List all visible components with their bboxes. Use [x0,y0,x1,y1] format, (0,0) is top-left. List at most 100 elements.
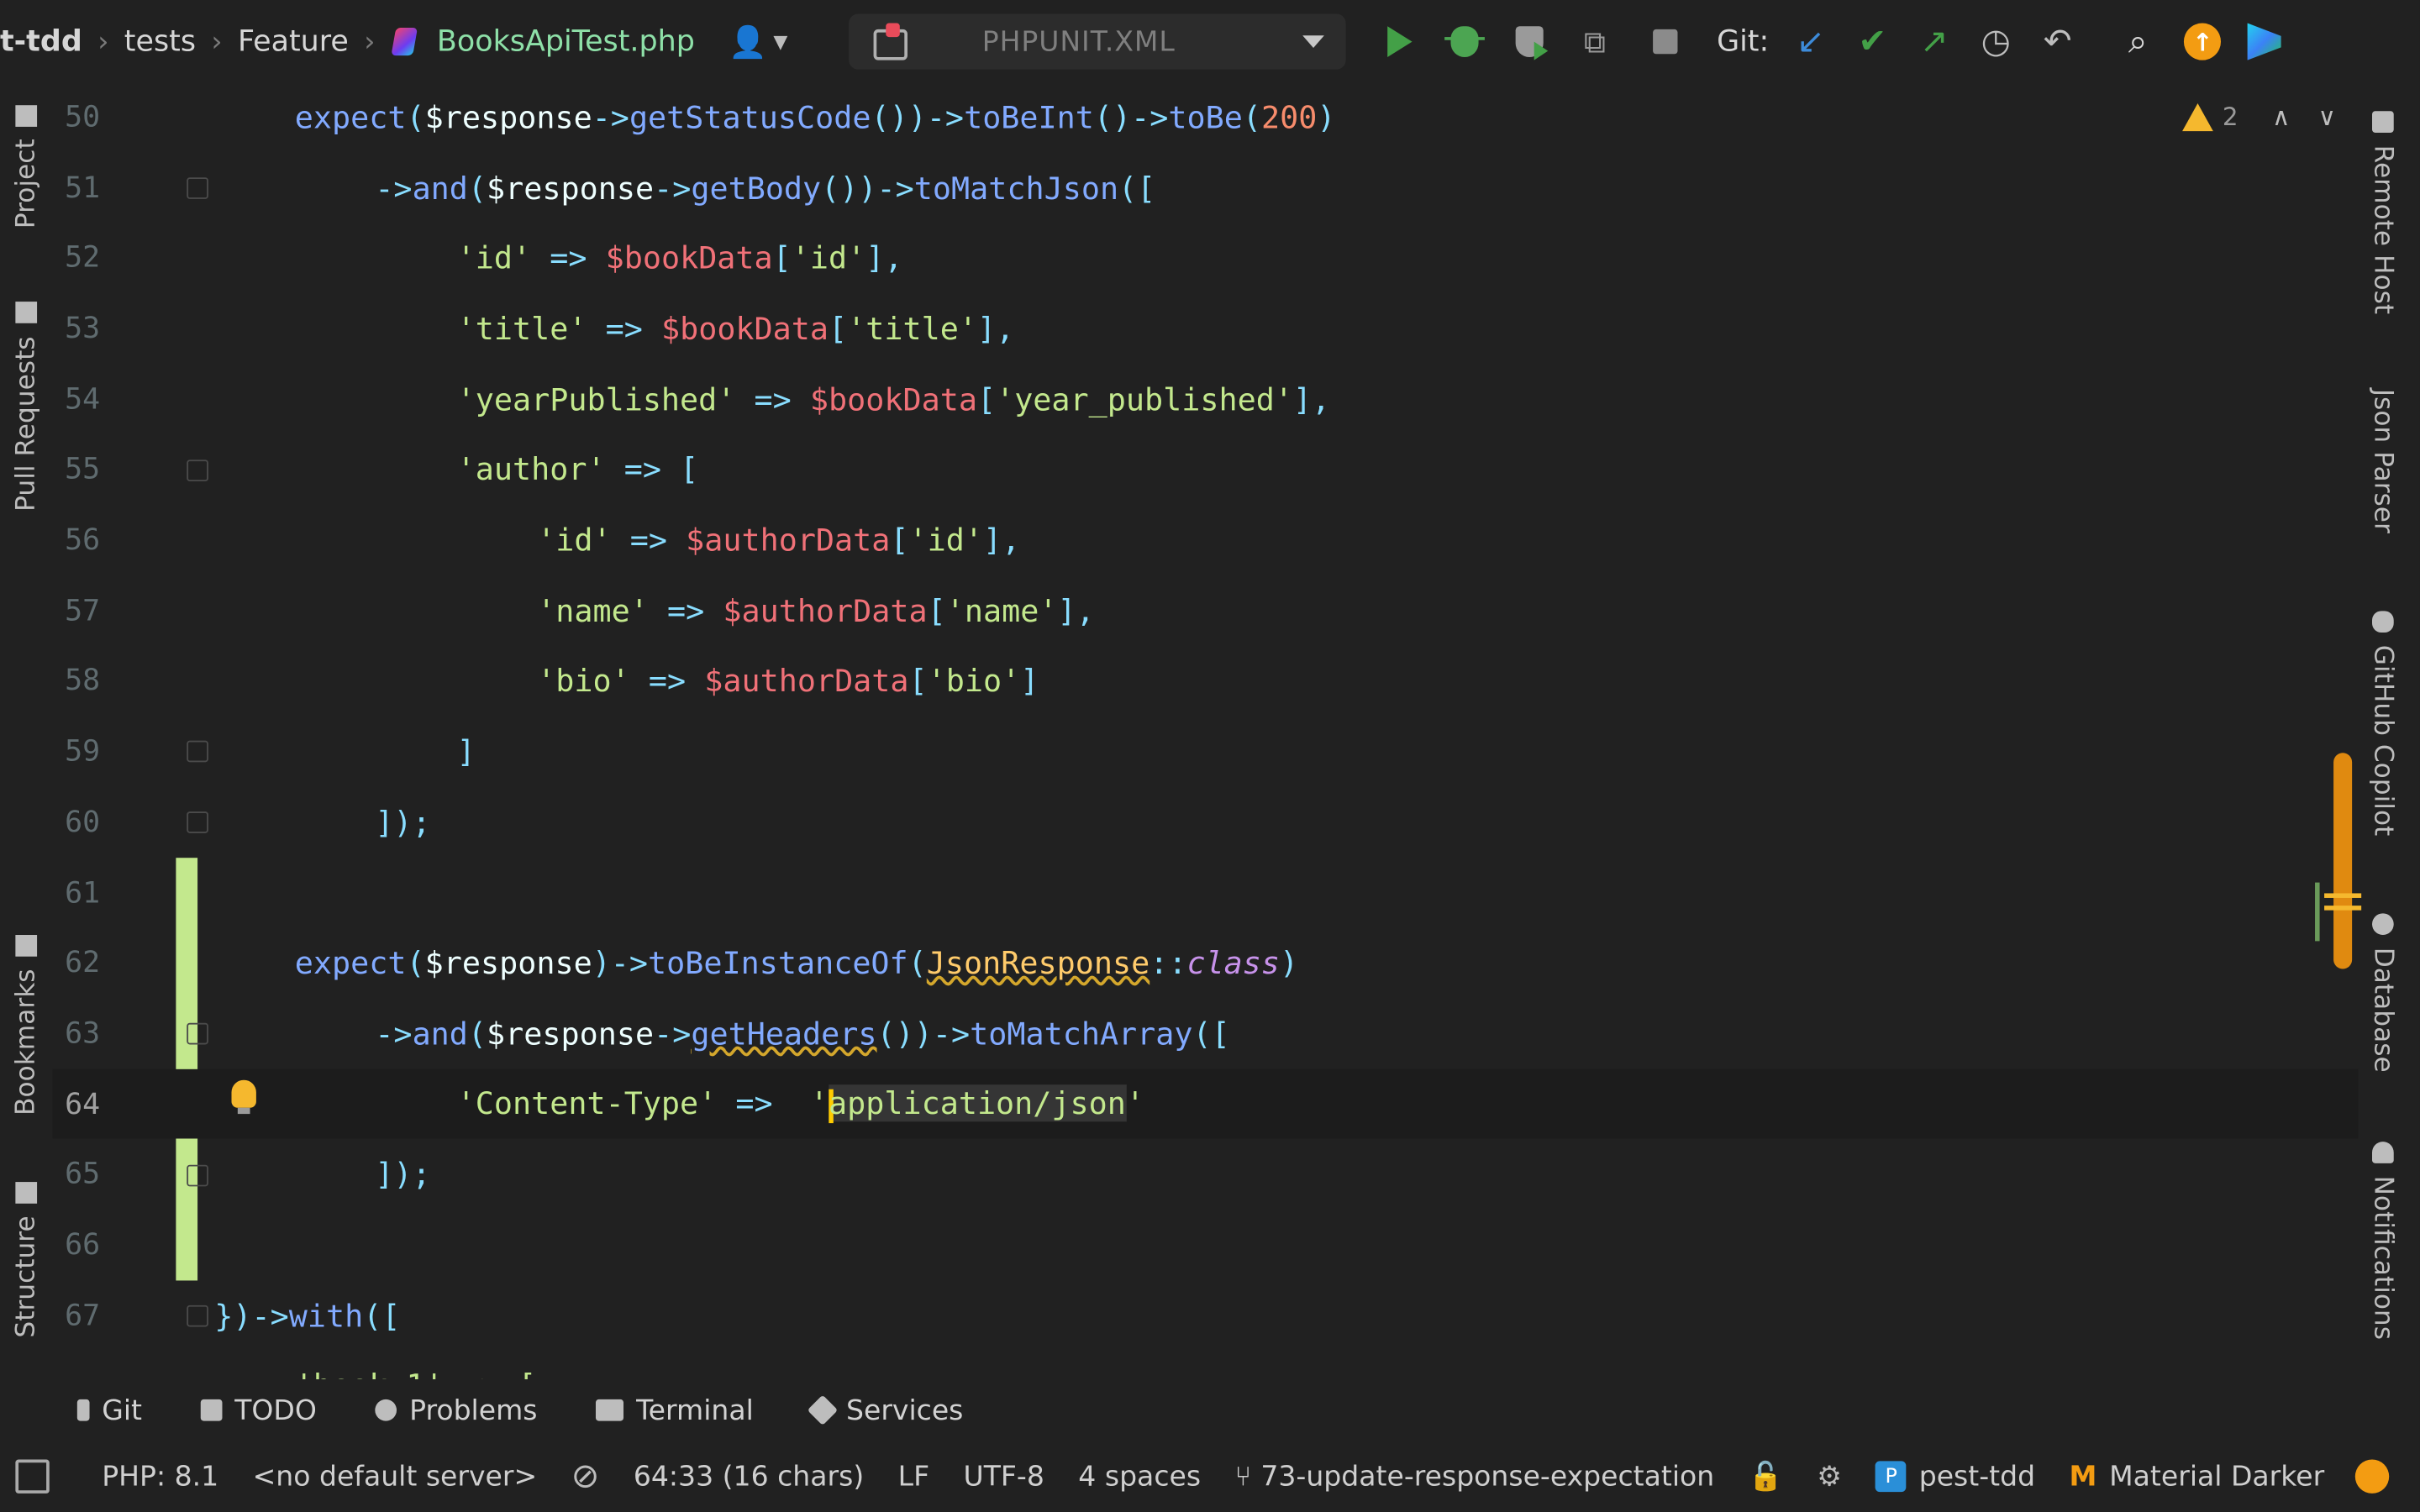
breadcrumb-file[interactable]: BooksApiTest.php [391,24,695,58]
user-menu-button[interactable]: 👤 ▼ [729,24,787,60]
code-text[interactable]: ->and($response->getHeaders())->toMatchA… [375,1015,1229,1052]
code-line[interactable]: 50 expect($response->getStatusCode())->to… [52,83,2358,152]
tab-notifications[interactable]: Notifications [2367,1142,2398,1340]
code-text[interactable]: ]); [375,804,430,841]
breadcrumb-project[interactable]: t-tdd [0,24,82,58]
tab-structure[interactable]: Structure [3,1181,50,1338]
fold-marker-icon[interactable] [187,459,208,481]
code-text[interactable]: 'bio' => $authorData['bio'] [537,663,1039,700]
code-line[interactable]: 61 [52,858,2358,928]
line-number[interactable]: 54 [52,382,157,416]
line-number[interactable]: 67 [52,1299,157,1332]
line-number[interactable]: 60 [52,805,157,838]
code-text[interactable]: 'id' => $authorData['id'], [537,522,1020,559]
indent-widget[interactable]: 4 spaces [1078,1460,1201,1493]
inspection-widget[interactable]: 2 ∧ ∨ [2182,102,2336,131]
lightbulb-icon[interactable] [231,1079,256,1115]
code-text[interactable]: ->and($response->getBody())->toMatchJson… [375,169,1155,206]
chevron-up-icon[interactable]: ∧ [2272,102,2291,131]
line-number[interactable]: 51 [52,171,157,204]
code-line[interactable]: 56'id' => $authorData['id'], [52,505,2358,575]
caret-position-widget[interactable]: 64:33 (16 chars) [634,1460,864,1493]
tab-services[interactable]: Services [808,1394,963,1426]
code-line[interactable]: 57 'name' => $authorData['name'], [52,575,2358,646]
memory-indicator-icon[interactable] [2354,1459,2390,1494]
scrollbar-thumb[interactable] [2333,753,2353,969]
line-number[interactable]: 63 [52,1016,157,1050]
copilot-status-icon[interactable]: ⊘ [571,1457,600,1496]
line-number[interactable]: 57 [52,594,157,627]
tab-pull-requests[interactable]: Pull Requests [3,302,50,512]
fold-marker-icon[interactable] [187,741,208,763]
line-number[interactable]: 59 [52,735,157,769]
warning-stripe-marker[interactable] [2324,906,2362,911]
fold-marker-icon[interactable] [187,1305,208,1327]
tab-bookmarks[interactable]: Bookmarks [3,935,50,1116]
git-commit-button[interactable]: ✔ [1852,22,1892,62]
fold-marker-icon[interactable] [187,811,208,833]
tab-json-parser[interactable]: Json Parser [2367,389,2398,533]
line-separator-widget[interactable]: LF [898,1460,929,1493]
code-line[interactable]: 58'bio' => $authorData['bio'] [52,646,2358,717]
line-number[interactable]: 61 [52,875,157,909]
profile-button[interactable]: ⧉ [1575,22,1615,62]
code-line[interactable]: 51 ->and($response->getBody())->toMatchJs… [52,152,2358,223]
breadcrumb-tests[interactable]: tests [124,24,196,58]
line-number[interactable]: 64 [52,1087,157,1121]
code-editor[interactable]: 50 expect($response->getStatusCode())->to… [52,83,2359,1379]
code-text[interactable]: 'name' => $authorData['name'], [537,592,1095,629]
tab-terminal[interactable]: Terminal [596,1394,754,1426]
theme-widget[interactable]: M Material Darker [2070,1460,2325,1493]
code-text[interactable]: 'book 1' => [ [295,1368,537,1379]
chevron-down-icon[interactable]: ∨ [2318,102,2337,131]
fold-marker-icon[interactable] [187,1163,208,1186]
ide-logo[interactable] [2244,22,2285,62]
code-text[interactable]: ] [457,733,476,770]
line-number[interactable]: 66 [52,1228,157,1262]
code-line[interactable]: 52 'id' => $bookData['id'], [52,223,2358,293]
fold-marker-icon[interactable] [187,176,208,199]
breadcrumb-feature[interactable]: Feature [238,24,349,58]
code-line[interactable]: 53 'title' => $bookData['title'], [52,293,2358,364]
search-button[interactable]: ⌕ [2118,22,2158,62]
code-line[interactable]: 65]); [52,1139,2358,1210]
code-text[interactable]: 'yearPublished' => $bookData['year_publi… [457,381,1331,417]
line-number[interactable]: 50 [52,100,157,134]
code-line[interactable]: 'book 1' => [ [52,1351,2358,1379]
code-line[interactable]: 55 'author' => [ [52,434,2358,505]
code-text[interactable]: 'title' => $bookData['title'], [457,310,1015,347]
code-line[interactable]: 62 expect($response)->toBeInstanceOf(Json… [52,928,2358,999]
line-number[interactable]: 55 [52,453,157,486]
tool-windows-toggle-icon[interactable] [15,1459,50,1494]
php-version-widget[interactable]: PHP: 8.1 [102,1460,218,1493]
code-text[interactable]: 'Content-Type' => 'application/json' [457,1084,1144,1123]
line-number[interactable]: 52 [52,241,157,275]
code-text[interactable]: expect($response)->toBeInstanceOf(JsonRe… [295,944,1298,981]
git-branch-widget[interactable]: ⑂ 73-update-response-expectation [1234,1460,1714,1493]
code-line[interactable]: 64 'Content-Type' => 'application/json' [52,1068,2359,1140]
code-line[interactable]: 66 [52,1210,2358,1280]
code-line[interactable]: 60]); [52,787,2358,858]
stop-button[interactable] [1646,22,1686,62]
code-line[interactable]: 54 'yearPublished' => $bookData['year_pub… [52,364,2358,434]
deployment-server-widget[interactable]: <no default server> [253,1460,538,1493]
line-number[interactable]: 65 [52,1158,157,1191]
project-widget[interactable]: Ppest-tdd [1876,1460,2035,1493]
code-text[interactable]: ]); [375,1156,430,1193]
code-line[interactable]: 67})->with([ [52,1280,2358,1351]
tab-problems[interactable]: Problems [375,1394,538,1426]
tab-todo[interactable]: TODO [200,1394,317,1426]
encoding-widget[interactable]: UTF-8 [964,1460,1044,1493]
git-history-button[interactable]: ◷ [1975,22,2016,62]
line-number[interactable]: 53 [52,312,157,345]
tab-database[interactable]: Database [2367,913,2398,1073]
code-text[interactable]: expect($response->getStatusCode())->toBe… [295,98,1336,135]
tab-remote-host[interactable]: Remote Host [2367,111,2398,314]
run-button[interactable] [1381,22,1421,62]
lock-icon[interactable]: 🔓 [1749,1460,1783,1493]
git-update-button[interactable]: ↙ [1791,22,1831,62]
code-text[interactable]: 'id' => $bookData['id'], [457,239,903,276]
code-line[interactable]: 63 ->and($response->getHeaders())->toMatc… [52,999,2358,1069]
fold-marker-icon[interactable] [187,1022,208,1045]
tab-project[interactable]: Project [3,104,50,228]
